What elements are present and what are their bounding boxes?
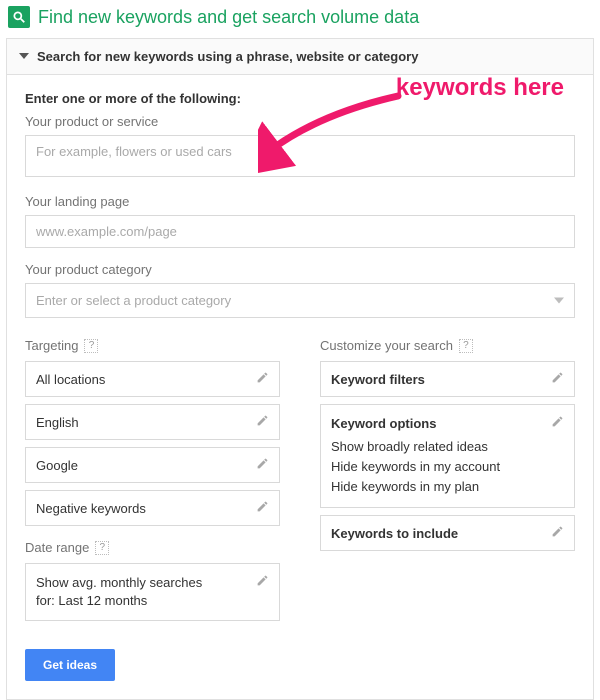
daterange-heading: Date range xyxy=(25,540,89,555)
pencil-icon xyxy=(256,500,269,516)
chip-label: Keyword filters xyxy=(331,372,425,387)
accordion-title: Search for new keywords using a phrase, … xyxy=(37,49,418,64)
daterange-value: Show avg. monthly searches for: Last 12 … xyxy=(36,574,206,610)
get-ideas-button[interactable]: Get ideas xyxy=(25,649,115,681)
landing-input[interactable] xyxy=(25,215,575,248)
intro-label: Enter one or more of the following: xyxy=(25,91,575,106)
pencil-icon xyxy=(256,414,269,430)
customize-heading: Customize your search xyxy=(320,338,453,353)
category-select[interactable]: Enter or select a product category xyxy=(25,283,575,318)
option-line: Show broadly related ideas xyxy=(331,437,564,457)
help-icon[interactable]: ? xyxy=(84,339,98,353)
product-input[interactable] xyxy=(25,135,575,177)
targeting-language[interactable]: English xyxy=(25,404,280,440)
targeting-network[interactable]: Google xyxy=(25,447,280,483)
page-title: Find new keywords and get search volume … xyxy=(38,7,419,28)
targeting-negative[interactable]: Negative keywords xyxy=(25,490,280,526)
category-placeholder: Enter or select a product category xyxy=(36,293,231,308)
pencil-icon xyxy=(551,371,564,387)
daterange-select[interactable]: Show avg. monthly searches for: Last 12 … xyxy=(25,563,280,621)
targeting-heading: Targeting xyxy=(25,338,78,353)
help-icon[interactable]: ? xyxy=(459,339,473,353)
chip-label: Negative keywords xyxy=(36,501,146,516)
chevron-down-icon xyxy=(19,49,29,64)
accordion-panel: Search for new keywords using a phrase, … xyxy=(6,38,594,700)
chip-label: Google xyxy=(36,458,78,473)
chip-label: All locations xyxy=(36,372,105,387)
pencil-icon xyxy=(551,415,564,431)
targeting-locations[interactable]: All locations xyxy=(25,361,280,397)
keyword-options[interactable]: Keyword options Show broadly related ide… xyxy=(320,404,575,508)
option-line: Hide keywords in my account xyxy=(331,457,564,477)
accordion-toggle[interactable]: Search for new keywords using a phrase, … xyxy=(7,39,593,75)
pencil-icon xyxy=(256,457,269,473)
chip-label: English xyxy=(36,415,79,430)
chevron-down-icon xyxy=(554,293,564,308)
pencil-icon xyxy=(256,574,269,592)
pencil-icon xyxy=(256,371,269,387)
search-icon xyxy=(8,6,30,28)
options-title: Keyword options xyxy=(331,416,436,431)
landing-label: Your landing page xyxy=(25,194,575,209)
category-label: Your product category xyxy=(25,262,575,277)
pencil-icon xyxy=(551,525,564,541)
option-line: Hide keywords in my plan xyxy=(331,477,564,497)
product-label: Your product or service xyxy=(25,114,575,129)
chip-label: Keywords to include xyxy=(331,526,458,541)
help-icon[interactable]: ? xyxy=(95,541,109,555)
keyword-filters[interactable]: Keyword filters xyxy=(320,361,575,397)
keywords-include[interactable]: Keywords to include xyxy=(320,515,575,551)
